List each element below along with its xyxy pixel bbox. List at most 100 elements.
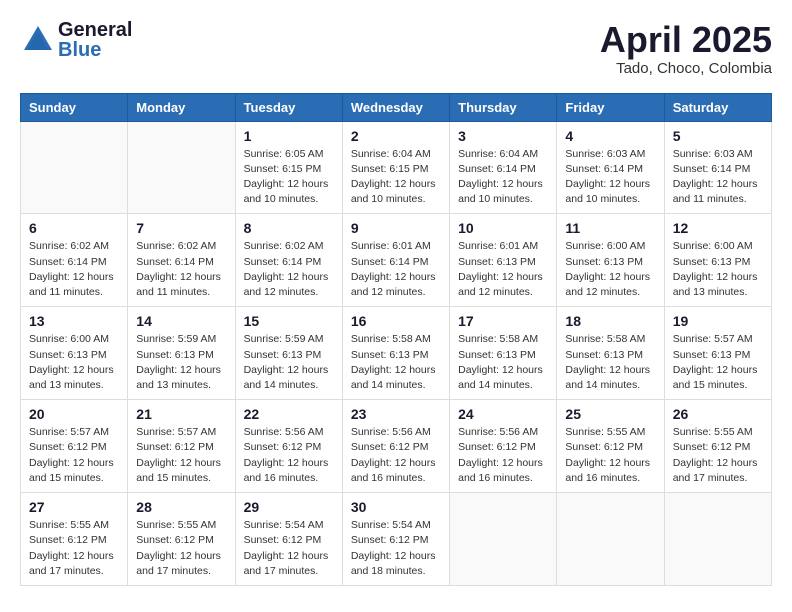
calendar-cell: 5 Sunrise: 6:03 AM Sunset: 6:14 PM Daylig… — [664, 121, 771, 214]
calendar-header-monday: Monday — [128, 93, 235, 121]
day-number: 7 — [136, 220, 226, 236]
day-number: 20 — [29, 406, 119, 422]
calendar-header-tuesday: Tuesday — [235, 93, 342, 121]
day-detail: Sunrise: 6:00 AM Sunset: 6:13 PM Dayligh… — [29, 332, 119, 393]
day-detail: Sunrise: 5:56 AM Sunset: 6:12 PM Dayligh… — [351, 425, 441, 486]
calendar-cell: 25 Sunrise: 5:55 AM Sunset: 6:12 PM Dayli… — [557, 400, 664, 493]
day-number: 25 — [565, 406, 655, 422]
day-detail: Sunrise: 6:04 AM Sunset: 6:14 PM Dayligh… — [458, 147, 548, 208]
calendar-cell: 8 Sunrise: 6:02 AM Sunset: 6:14 PM Daylig… — [235, 214, 342, 307]
day-detail: Sunrise: 6:01 AM Sunset: 6:14 PM Dayligh… — [351, 239, 441, 300]
calendar-cell: 20 Sunrise: 5:57 AM Sunset: 6:12 PM Dayli… — [21, 400, 128, 493]
day-detail: Sunrise: 6:05 AM Sunset: 6:15 PM Dayligh… — [244, 147, 334, 208]
day-detail: Sunrise: 5:57 AM Sunset: 6:12 PM Dayligh… — [29, 425, 119, 486]
calendar-cell: 27 Sunrise: 5:55 AM Sunset: 6:12 PM Dayli… — [21, 493, 128, 586]
day-number: 18 — [565, 313, 655, 329]
day-detail: Sunrise: 6:02 AM Sunset: 6:14 PM Dayligh… — [29, 239, 119, 300]
calendar-cell: 22 Sunrise: 5:56 AM Sunset: 6:12 PM Dayli… — [235, 400, 342, 493]
calendar-cell — [664, 493, 771, 586]
calendar-week-row: 20 Sunrise: 5:57 AM Sunset: 6:12 PM Dayli… — [21, 400, 772, 493]
day-detail: Sunrise: 5:55 AM Sunset: 6:12 PM Dayligh… — [136, 518, 226, 579]
day-detail: Sunrise: 5:59 AM Sunset: 6:13 PM Dayligh… — [244, 332, 334, 393]
calendar-cell: 23Sunrise: 5:56 AM Sunset: 6:12 PM Dayli… — [342, 400, 449, 493]
calendar-cell: 13 Sunrise: 6:00 AM Sunset: 6:13 PM Dayli… — [21, 307, 128, 400]
title-area: April 2025 Tado, Choco, Colombia — [600, 20, 772, 77]
logo-general: General — [58, 20, 132, 40]
day-detail: Sunrise: 6:04 AM Sunset: 6:15 PM Dayligh… — [351, 147, 441, 208]
day-number: 2 — [351, 128, 441, 144]
day-number: 21 — [136, 406, 226, 422]
day-detail: Sunrise: 6:03 AM Sunset: 6:14 PM Dayligh… — [565, 147, 655, 208]
calendar-table: SundayMondayTuesdayWednesdayThursdayFrid… — [20, 93, 772, 586]
day-detail: Sunrise: 5:57 AM Sunset: 6:12 PM Dayligh… — [136, 425, 226, 486]
calendar-cell: 18 Sunrise: 5:58 AM Sunset: 6:13 PM Dayli… — [557, 307, 664, 400]
calendar-header-wednesday: Wednesday — [342, 93, 449, 121]
day-detail: Sunrise: 5:55 AM Sunset: 6:12 PM Dayligh… — [29, 518, 119, 579]
calendar-cell: 28 Sunrise: 5:55 AM Sunset: 6:12 PM Dayli… — [128, 493, 235, 586]
day-number: 19 — [673, 313, 763, 329]
day-number: 10 — [458, 220, 548, 236]
day-number: 5 — [673, 128, 763, 144]
day-detail: Sunrise: 6:00 AM Sunset: 6:13 PM Dayligh… — [565, 239, 655, 300]
calendar-cell: 7Sunrise: 6:02 AM Sunset: 6:14 PM Daylig… — [128, 214, 235, 307]
main-title: April 2025 — [600, 20, 772, 60]
day-number: 24 — [458, 406, 548, 422]
calendar-header-friday: Friday — [557, 93, 664, 121]
calendar-cell — [450, 493, 557, 586]
calendar-cell — [128, 121, 235, 214]
calendar-cell: 19 Sunrise: 5:57 AM Sunset: 6:13 PM Dayli… — [664, 307, 771, 400]
calendar-cell: 15Sunrise: 5:59 AM Sunset: 6:13 PM Dayli… — [235, 307, 342, 400]
day-number: 13 — [29, 313, 119, 329]
day-detail: Sunrise: 5:58 AM Sunset: 6:13 PM Dayligh… — [458, 332, 548, 393]
calendar-cell: 6 Sunrise: 6:02 AM Sunset: 6:14 PM Daylig… — [21, 214, 128, 307]
calendar-week-row: 6 Sunrise: 6:02 AM Sunset: 6:14 PM Daylig… — [21, 214, 772, 307]
subtitle: Tado, Choco, Colombia — [600, 60, 772, 77]
logo: General Blue — [20, 20, 132, 60]
day-number: 12 — [673, 220, 763, 236]
calendar-cell — [557, 493, 664, 586]
day-detail: Sunrise: 5:55 AM Sunset: 6:12 PM Dayligh… — [565, 425, 655, 486]
calendar-cell: 21 Sunrise: 5:57 AM Sunset: 6:12 PM Dayli… — [128, 400, 235, 493]
calendar-header-row: SundayMondayTuesdayWednesdayThursdayFrid… — [21, 93, 772, 121]
calendar-week-row: 27 Sunrise: 5:55 AM Sunset: 6:12 PM Dayli… — [21, 493, 772, 586]
day-number: 22 — [244, 406, 334, 422]
calendar-cell: 17Sunrise: 5:58 AM Sunset: 6:13 PM Dayli… — [450, 307, 557, 400]
day-detail: Sunrise: 6:01 AM Sunset: 6:13 PM Dayligh… — [458, 239, 548, 300]
calendar-cell — [21, 121, 128, 214]
day-detail: Sunrise: 5:59 AM Sunset: 6:13 PM Dayligh… — [136, 332, 226, 393]
day-detail: Sunrise: 6:03 AM Sunset: 6:14 PM Dayligh… — [673, 147, 763, 208]
calendar-header-thursday: Thursday — [450, 93, 557, 121]
day-number: 4 — [565, 128, 655, 144]
day-detail: Sunrise: 5:58 AM Sunset: 6:13 PM Dayligh… — [565, 332, 655, 393]
calendar-cell: 14 Sunrise: 5:59 AM Sunset: 6:13 PM Dayli… — [128, 307, 235, 400]
day-number: 16 — [351, 313, 441, 329]
day-number: 28 — [136, 499, 226, 515]
page-header: General Blue April 2025 Tado, Choco, Col… — [20, 20, 772, 77]
day-number: 27 — [29, 499, 119, 515]
day-detail: Sunrise: 5:55 AM Sunset: 6:12 PM Dayligh… — [673, 425, 763, 486]
day-number: 6 — [29, 220, 119, 236]
day-detail: Sunrise: 5:58 AM Sunset: 6:13 PM Dayligh… — [351, 332, 441, 393]
calendar-cell: 24 Sunrise: 5:56 AM Sunset: 6:12 PM Dayli… — [450, 400, 557, 493]
day-detail: Sunrise: 5:56 AM Sunset: 6:12 PM Dayligh… — [244, 425, 334, 486]
day-detail: Sunrise: 5:54 AM Sunset: 6:12 PM Dayligh… — [351, 518, 441, 579]
day-detail: Sunrise: 5:54 AM Sunset: 6:12 PM Dayligh… — [244, 518, 334, 579]
day-number: 26 — [673, 406, 763, 422]
day-number: 3 — [458, 128, 548, 144]
day-detail: Sunrise: 5:56 AM Sunset: 6:12 PM Dayligh… — [458, 425, 548, 486]
day-number: 9 — [351, 220, 441, 236]
day-number: 8 — [244, 220, 334, 236]
calendar-header-saturday: Saturday — [664, 93, 771, 121]
calendar-cell: 11 Sunrise: 6:00 AM Sunset: 6:13 PM Dayli… — [557, 214, 664, 307]
day-detail: Sunrise: 6:02 AM Sunset: 6:14 PM Dayligh… — [244, 239, 334, 300]
day-number: 1 — [244, 128, 334, 144]
calendar-cell: 9 Sunrise: 6:01 AM Sunset: 6:14 PM Daylig… — [342, 214, 449, 307]
day-detail: Sunrise: 6:00 AM Sunset: 6:13 PM Dayligh… — [673, 239, 763, 300]
calendar-cell: 29Sunrise: 5:54 AM Sunset: 6:12 PM Dayli… — [235, 493, 342, 586]
calendar-cell: 16 Sunrise: 5:58 AM Sunset: 6:13 PM Dayli… — [342, 307, 449, 400]
calendar-header-sunday: Sunday — [21, 93, 128, 121]
day-detail: Sunrise: 5:57 AM Sunset: 6:13 PM Dayligh… — [673, 332, 763, 393]
day-number: 14 — [136, 313, 226, 329]
calendar-week-row: 1 Sunrise: 6:05 AM Sunset: 6:15 PM Daylig… — [21, 121, 772, 214]
day-number: 11 — [565, 220, 655, 236]
